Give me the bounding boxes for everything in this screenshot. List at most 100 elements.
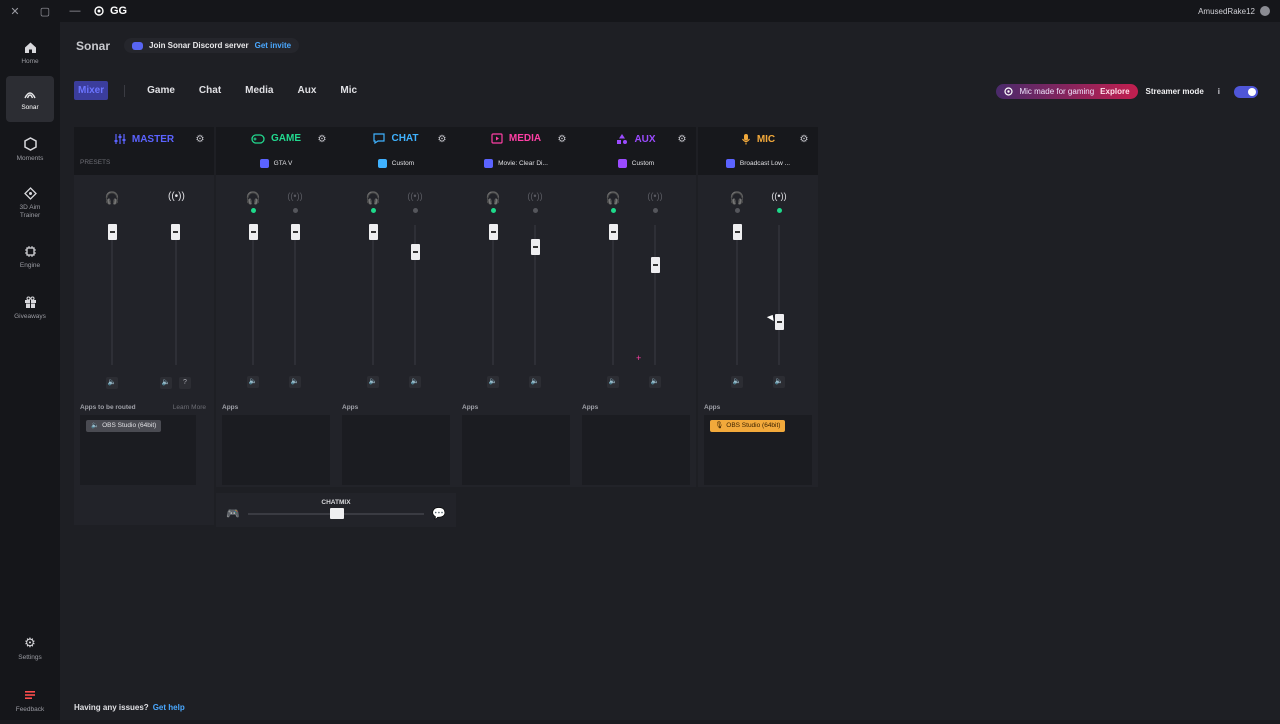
mixer-tabs: Mixer Game Chat Media Aux Mic bbox=[74, 81, 381, 100]
presets-label: PRESETS bbox=[80, 159, 111, 166]
gear-icon[interactable]: ⚙ bbox=[194, 134, 206, 146]
sidebar-item-feedback[interactable]: Feedback bbox=[6, 678, 54, 724]
headphones-volume-slider[interactable] bbox=[249, 224, 258, 240]
preset-name: GTA V bbox=[273, 160, 293, 167]
apps-box: 🎙 OBS Studio (64bit) bbox=[704, 415, 812, 485]
headphones-volume-slider[interactable] bbox=[369, 224, 378, 240]
gear-icon[interactable]: ⚙ bbox=[556, 134, 568, 146]
app-chip[interactable]: 🔈 OBS Studio (64bit) bbox=[86, 420, 162, 432]
discord-banner: Join Sonar Discord server Get invite bbox=[124, 38, 300, 53]
microphone-icon: 🎙 bbox=[715, 422, 724, 429]
headphones-icon: 🎧 bbox=[485, 191, 501, 205]
tab-aux[interactable]: Aux bbox=[298, 85, 317, 96]
media-channel: MEDIA ⚙ Movie: Clear Di... 🎧 ((•)) 🔈 🔈 A… bbox=[456, 127, 576, 532]
preset-selector[interactable]: Movie: Clear Di... bbox=[456, 159, 576, 168]
preset-selector[interactable]: Custom bbox=[336, 159, 456, 168]
mic-promo-banner[interactable]: Mic made for gaming Explore bbox=[996, 84, 1138, 99]
sidebar: Home Sonar Moments 3D Aim Trainer Engine… bbox=[0, 22, 60, 720]
microphone-icon bbox=[741, 134, 750, 145]
tab-chat[interactable]: Chat bbox=[199, 85, 221, 96]
channel-header: MEDIA ⚙ Movie: Clear Di... bbox=[456, 127, 576, 175]
monitor-volume-slider[interactable] bbox=[733, 224, 742, 240]
maximize-window-button[interactable]: ▢ bbox=[30, 0, 60, 22]
headphones-volume-slider[interactable] bbox=[609, 224, 618, 240]
chatmix-slider[interactable] bbox=[330, 508, 344, 519]
streamer-mode-toggle[interactable] bbox=[1234, 85, 1258, 98]
stream-volume-slider[interactable] bbox=[171, 224, 180, 240]
tab-divider bbox=[124, 84, 126, 97]
stream-volume-slider[interactable] bbox=[291, 224, 300, 240]
stream-volume-slider[interactable] bbox=[531, 239, 540, 255]
headphones-volume-slider[interactable] bbox=[108, 224, 117, 240]
get-invite-link[interactable]: Get invite bbox=[255, 41, 291, 50]
headphones-icon: 🎧 bbox=[605, 191, 621, 205]
preset-name: Broadcast Low ... bbox=[739, 160, 791, 167]
mute-button[interactable]: 🔈 bbox=[607, 376, 619, 388]
preset-icon bbox=[617, 159, 627, 168]
volume-track bbox=[372, 225, 374, 365]
broadcast-off-icon: ((•)) bbox=[407, 191, 423, 201]
channel-header: AUX ⚙ Custom bbox=[576, 127, 696, 175]
mute-headphones-button[interactable]: 🔈 bbox=[106, 377, 118, 389]
close-window-button[interactable]: ✕ bbox=[0, 0, 30, 22]
mute-button[interactable]: 🔈 bbox=[487, 376, 499, 388]
learn-more-link[interactable]: Learn More bbox=[173, 404, 206, 411]
channel-body: 🎧 ((•)) 🔈 🔈 Apps bbox=[216, 175, 336, 487]
mute-button[interactable]: 🔈 bbox=[529, 376, 541, 388]
sidebar-item-label: Settings bbox=[18, 654, 42, 661]
minimize-window-button[interactable]: — bbox=[60, 0, 90, 22]
output-indicator bbox=[653, 208, 658, 213]
info-icon[interactable]: i bbox=[1218, 87, 1220, 96]
gear-icon[interactable]: ⚙ bbox=[676, 134, 688, 146]
ear-icon[interactable]: ? bbox=[179, 377, 191, 389]
mute-button[interactable]: 🔈 bbox=[367, 376, 379, 388]
mute-button[interactable]: 🔈 bbox=[409, 376, 421, 388]
channel-header: MASTER ⚙ PRESETS bbox=[74, 127, 214, 175]
tab-mixer[interactable]: Mixer bbox=[74, 81, 109, 100]
app-name: GG bbox=[110, 5, 128, 17]
headphones-volume-slider[interactable] bbox=[489, 224, 498, 240]
moments-icon bbox=[23, 137, 37, 151]
sidebar-item-settings[interactable]: ⚙ Settings bbox=[6, 626, 54, 672]
stream-volume-slider[interactable] bbox=[651, 257, 660, 273]
apps-label: Apps bbox=[342, 404, 359, 411]
tab-game[interactable]: Game bbox=[147, 85, 175, 96]
tab-mic[interactable]: Mic bbox=[340, 85, 357, 96]
sidebar-item-aim-trainer[interactable]: 3D Aim Trainer bbox=[6, 178, 54, 228]
gear-icon[interactable]: ⚙ bbox=[436, 134, 448, 146]
gear-icon[interactable]: ⚙ bbox=[316, 134, 328, 146]
preset-selector[interactable]: Broadcast Low ... bbox=[698, 159, 818, 168]
mute-button[interactable]: 🔈 bbox=[731, 376, 743, 388]
user-menu[interactable]: AmusedRake12 bbox=[1198, 0, 1270, 22]
app-name: OBS Studio (64bit) bbox=[102, 422, 157, 429]
sidebar-item-moments[interactable]: Moments bbox=[6, 127, 54, 173]
mute-button[interactable]: 🔈 bbox=[649, 376, 661, 388]
volume-track bbox=[736, 225, 738, 365]
sidebar-item-engine[interactable]: Engine bbox=[6, 234, 54, 280]
sidebar-item-sonar[interactable]: Sonar bbox=[6, 76, 54, 122]
mute-button[interactable]: 🔈 bbox=[289, 376, 301, 388]
explore-link[interactable]: Explore bbox=[1100, 87, 1129, 96]
mute-button[interactable]: 🔈 bbox=[247, 376, 259, 388]
sidebar-item-giveaways[interactable]: Giveaways bbox=[6, 285, 54, 331]
mute-button[interactable]: 🔈 bbox=[773, 376, 785, 388]
sidebar-item-home[interactable]: Home bbox=[6, 30, 54, 76]
preset-name: Custom bbox=[391, 160, 415, 167]
stream-volume-slider[interactable] bbox=[411, 244, 420, 260]
mic-channel: MIC ⚙ Broadcast Low ... 🎧 ((•)) 🔈 🔈 Apps… bbox=[698, 127, 818, 532]
gear-icon[interactable]: ⚙ bbox=[798, 134, 810, 146]
volume-track bbox=[492, 225, 494, 365]
media-play-icon bbox=[491, 133, 503, 144]
tab-media[interactable]: Media bbox=[245, 85, 273, 96]
preset-selector[interactable]: GTA V bbox=[216, 159, 336, 168]
help-text: Having any issues? bbox=[74, 703, 149, 712]
discord-icon bbox=[132, 41, 144, 50]
mic-promo-text: Mic made for gaming bbox=[1019, 87, 1095, 96]
giveaways-icon bbox=[23, 295, 37, 309]
gamepad-icon bbox=[251, 133, 265, 144]
mute-stream-button[interactable]: 🔈 bbox=[160, 377, 172, 389]
steelseries-logo-icon bbox=[94, 6, 104, 16]
app-chip[interactable]: 🎙 OBS Studio (64bit) bbox=[710, 420, 786, 432]
preset-selector[interactable]: Custom bbox=[576, 159, 696, 168]
get-help-link[interactable]: Get help bbox=[153, 703, 185, 712]
